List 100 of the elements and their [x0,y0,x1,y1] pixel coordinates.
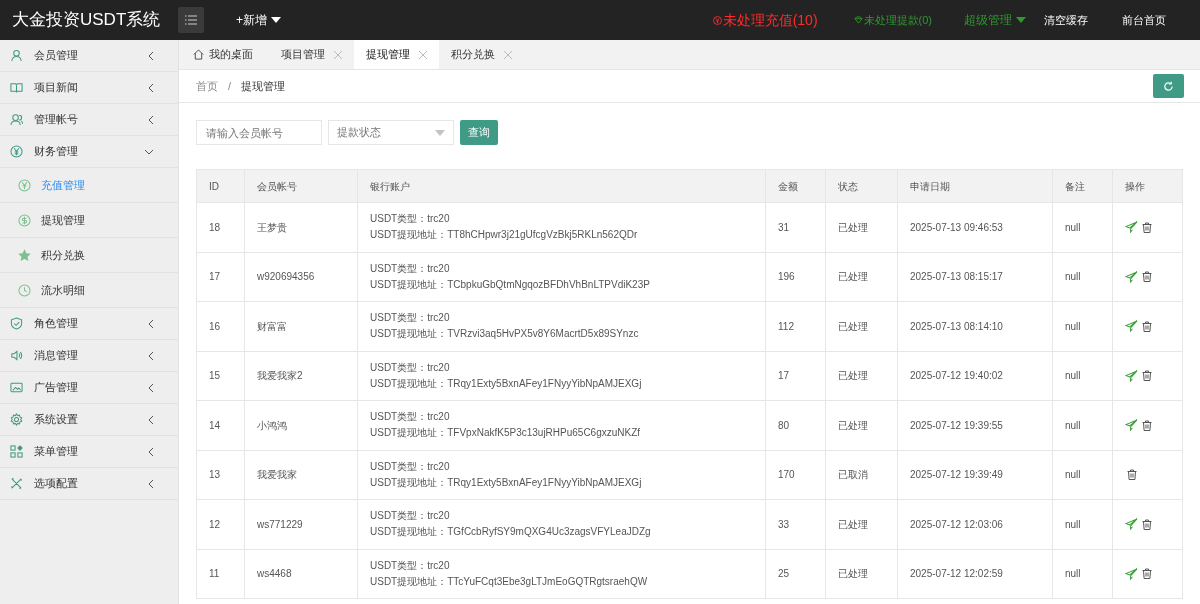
column-header: 银行账户 [357,169,766,203]
table-cell: 已取消 [825,450,898,500]
send-icon[interactable] [1125,419,1138,432]
usdt-address-text: USDT提现地址：TFVpxNakfK5P3c13ujRHPu65C6gxzuNKZf [370,426,642,441]
send-icon[interactable] [1125,567,1138,580]
app-title: 大金投资USDT系统 [11,9,162,32]
chevron-left-icon [148,114,154,125]
clock-icon [18,283,31,297]
sidebar-subitem[interactable]: 积分兑换 [0,238,178,273]
table-cell: 2025-07-12 19:39:55 [897,400,1053,450]
send-icon[interactable] [1125,221,1138,234]
delete-icon[interactable] [1127,469,1137,481]
table-cell: 12 [196,499,245,549]
person-icon [10,49,23,62]
sidebar-item[interactable]: 选项配置 [0,468,178,500]
usdt-address-text: USDT提现地址：TRqy1Exty5BxnAFey1FNyyYibNpAMJEXGj [370,376,643,391]
table-cell: 已处理 [825,252,898,302]
breadcrumb-item: 提现管理 [241,78,286,94]
table-cell: 小鸿鸿 [244,400,358,450]
dollar-circle-icon [18,213,31,227]
table-cell: 25 [765,549,826,599]
usdt-type-text: USDT类型：trc20 [370,360,451,375]
menu-toggle-button[interactable] [178,7,204,33]
chevron-left-icon [148,446,154,457]
yen-circle-icon [10,145,23,158]
delete-icon[interactable] [1142,568,1152,580]
sidebar-item[interactable]: 角色管理 [0,308,178,340]
sidebar-item[interactable]: 会员管理 [0,40,178,72]
breadcrumb-item[interactable]: 首页 [196,77,218,95]
tab[interactable]: 提现管理 [354,40,439,69]
usdt-type-text: USDT类型：trc20 [370,261,451,276]
chevron-left-icon [148,50,154,61]
table-cell: 80 [765,400,826,450]
tab[interactable]: 积分兑换 [439,40,524,69]
usdt-address-text: USDT提现地址：TGfCcbRyfSY9mQXG4Uc3zagsVFYLeaJDZg [370,525,652,540]
sidebar-subitem[interactable]: 提现管理 [0,203,178,238]
sidebar-item[interactable]: 消息管理 [0,340,178,372]
sidebar-item[interactable]: 项目新闻 [0,72,178,104]
column-header: 备注 [1052,169,1113,203]
close-icon[interactable] [419,50,427,59]
delete-icon[interactable] [1142,518,1152,530]
table-cell: 2025-07-13 08:15:17 [897,252,1053,302]
table-cell: null [1052,252,1113,302]
table-cell: 已处理 [825,499,898,549]
sidebar-item[interactable]: 菜单管理 [0,436,178,468]
admin-menu[interactable]: 超级管理 [964,11,1026,29]
clear-cache-link[interactable]: 清空缓存 [1044,11,1088,29]
table-cell: null [1052,450,1113,500]
table-cell: 15 [196,351,245,401]
delete-icon[interactable] [1142,370,1152,382]
sidebar-item[interactable]: 管理帐号 [0,104,178,136]
send-icon[interactable] [1125,369,1138,382]
table-cell: 2025-07-13 09:46:53 [897,202,1053,252]
tools-icon [10,477,23,490]
table-cell: 2025-07-12 19:39:49 [897,450,1053,500]
yen-icon [712,15,722,25]
usdt-address-text: USDT提现地址：TCbpkuGbQtmNgqozBFDhVhBnLTPVdiK23P [370,277,651,292]
pending-recharge-link[interactable]: 未处理充值(10) [712,9,818,31]
close-icon[interactable] [334,50,342,59]
column-header: 操作 [1112,169,1183,203]
close-icon[interactable] [504,50,512,59]
send-icon[interactable] [1125,518,1138,531]
delete-icon[interactable] [1142,419,1152,431]
delete-icon[interactable] [1142,320,1152,332]
table-cell: 我爱我家2 [244,351,358,401]
table-cell: 33 [765,499,826,549]
send-icon[interactable] [1125,320,1138,333]
table-cell: ws4468 [244,549,358,599]
usdt-type-text: USDT类型：trc20 [370,509,451,524]
tab[interactable]: 我的桌面 [181,40,269,69]
delete-icon[interactable] [1142,271,1152,283]
sidebar-item[interactable]: 广告管理 [0,372,178,404]
table-cell: null [1052,549,1113,599]
image-icon [10,381,23,394]
pending-withdraw-link[interactable]: 未处理提款(0) [853,11,932,29]
sidebar-item[interactable]: 系统设置 [0,404,178,436]
usdt-address-text: USDT提现地址：TT8hCHpwr3j21gUfcgVzBkj5RKLn562QDr [370,228,639,243]
sidebar-item[interactable]: 财务管理 [0,136,178,168]
delete-icon[interactable] [1142,221,1152,233]
diamond-icon [853,16,863,24]
add-menu[interactable]: +新增 [236,11,281,29]
column-header: 状态 [825,169,898,203]
table-cell: 已处理 [825,549,898,599]
caret-icon [435,129,445,136]
account-search-field[interactable]: 请输入会员帐号 [196,120,322,145]
usdt-type-text: USDT类型：trc20 [370,410,451,425]
table-cell: 11 [196,549,245,599]
users-icon [10,113,23,126]
front-home-link[interactable]: 前台首页 [1122,11,1166,29]
table-cell: 王梦贵 [244,202,358,252]
table-cell: 2025-07-13 08:14:10 [897,301,1053,351]
table-cell: null [1052,400,1113,450]
status-select[interactable]: 提款状态 [328,120,454,145]
table-cell: 18 [196,202,245,252]
usdt-type-text: USDT类型：trc20 [370,212,451,227]
sidebar-subitem[interactable]: 流水明细 [0,273,178,308]
send-icon[interactable] [1125,270,1138,283]
tab[interactable]: 项目管理 [269,40,354,69]
caret-icon [1016,17,1026,23]
refresh-button[interactable] [1153,74,1184,98]
